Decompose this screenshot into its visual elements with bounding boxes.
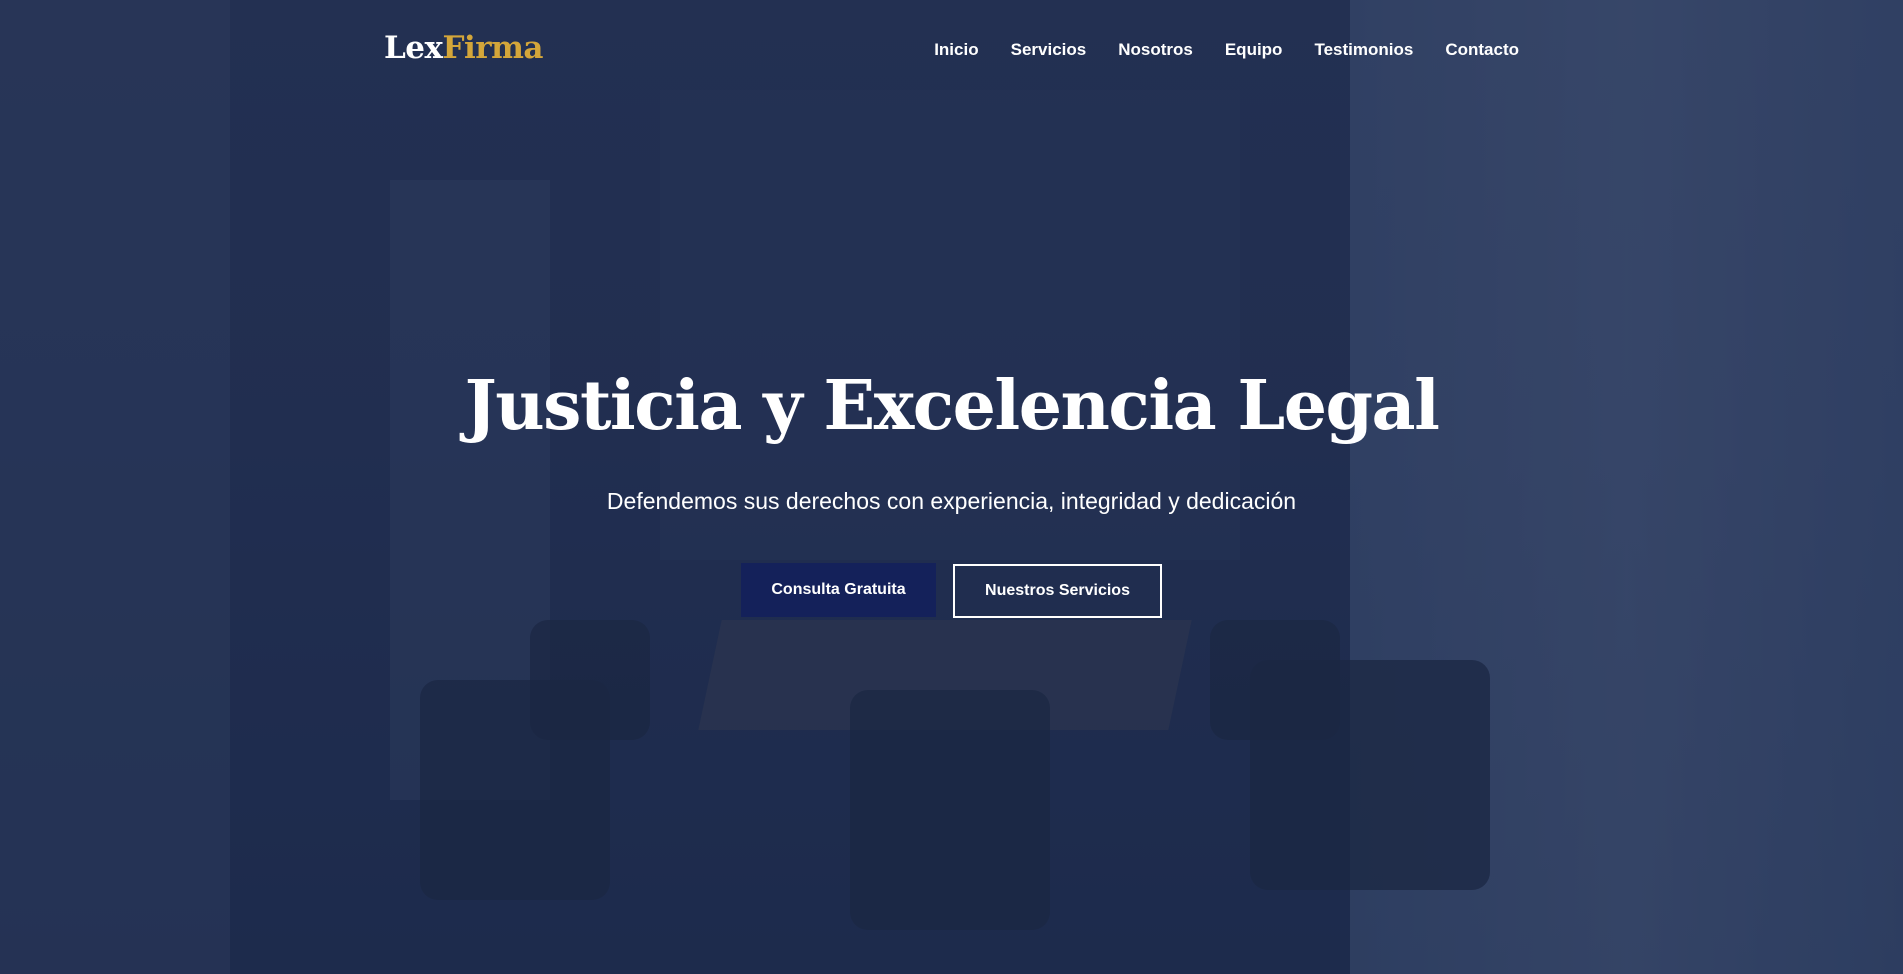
navbar: LexFirma Inicio Servicios Nosotros Equip… xyxy=(0,0,1903,100)
hero-buttons: Consulta Gratuita Nuestros Servicios xyxy=(741,563,1162,618)
hero-overlay xyxy=(0,0,1903,974)
nav-link-servicios[interactable]: Servicios xyxy=(1011,40,1087,60)
nav-link-testimonios[interactable]: Testimonios xyxy=(1314,40,1413,60)
nav-link-nosotros[interactable]: Nosotros xyxy=(1118,40,1193,60)
nav-link-equipo[interactable]: Equipo xyxy=(1225,40,1283,60)
logo-part-lex: Lex xyxy=(384,30,443,66)
logo[interactable]: LexFirma xyxy=(384,30,544,66)
nav-link-inicio[interactable]: Inicio xyxy=(934,40,978,60)
nav-menu: Inicio Servicios Nosotros Equipo Testimo… xyxy=(934,40,1519,60)
nuestros-servicios-button[interactable]: Nuestros Servicios xyxy=(953,564,1162,618)
nav-link-contacto[interactable]: Contacto xyxy=(1445,40,1519,60)
hero-title: Justicia y Excelencia Legal xyxy=(464,366,1440,446)
hero-section: LexFirma Inicio Servicios Nosotros Equip… xyxy=(0,0,1903,974)
consulta-gratuita-button[interactable]: Consulta Gratuita xyxy=(741,563,936,617)
logo-part-firma: Firma xyxy=(442,30,544,66)
hero-subtitle: Defendemos sus derechos con experiencia,… xyxy=(606,488,1297,514)
